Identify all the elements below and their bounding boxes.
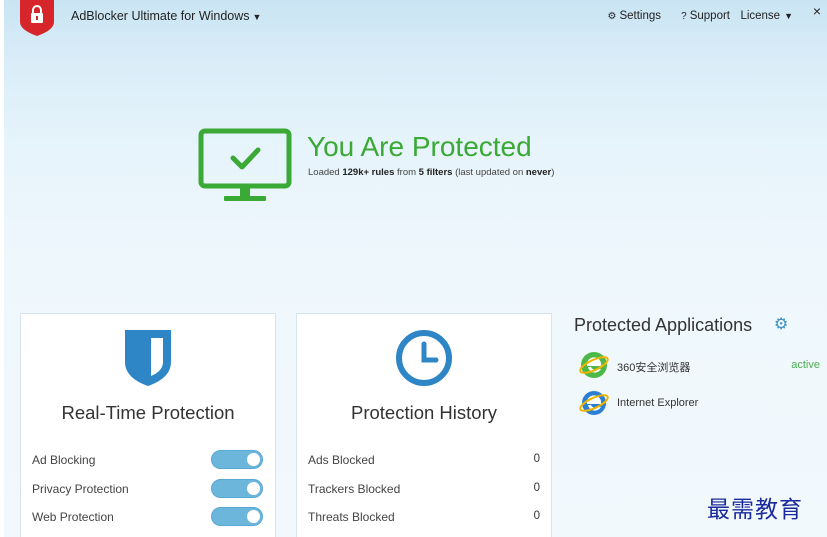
setting-label: Privacy Protection bbox=[32, 482, 129, 496]
app-name: 360安全浏览器 bbox=[617, 362, 691, 374]
app-status-badge: active bbox=[791, 359, 820, 371]
setting-row-web-protection: Web Protection bbox=[32, 507, 264, 527]
close-button[interactable]: × bbox=[807, 3, 827, 23]
toggle-knob bbox=[247, 510, 260, 523]
stat-row-ads-blocked: Ads Blocked 0 bbox=[308, 450, 540, 470]
setting-label: Web Protection bbox=[32, 510, 114, 524]
toggle-knob bbox=[247, 453, 260, 466]
stat-label: Threats Blocked bbox=[308, 510, 395, 524]
browser-360-icon bbox=[579, 352, 609, 378]
app-title-dropdown[interactable]: AdBlocker Ultimate for Windows ▼ bbox=[71, 9, 261, 23]
realtime-protection-card: Real-Time Protection Ad Blocking Privacy… bbox=[20, 313, 276, 537]
app-row-360-browser[interactable]: 360安全浏览器 active bbox=[578, 349, 820, 381]
license-menu[interactable]: License ▼ bbox=[740, 10, 793, 22]
stat-row-threats-blocked: Threats Blocked 0 bbox=[308, 507, 540, 527]
gear-icon[interactable]: ⚙ bbox=[774, 314, 788, 334]
privacy-protection-toggle[interactable] bbox=[211, 479, 263, 498]
app-name: Internet Explorer bbox=[617, 397, 699, 409]
setting-label: Ad Blocking bbox=[32, 453, 96, 467]
stat-label: Trackers Blocked bbox=[308, 482, 401, 496]
license-label: License bbox=[740, 10, 781, 22]
stat-value: 0 bbox=[533, 453, 540, 465]
toggle-knob bbox=[247, 482, 260, 495]
protected-monitor-icon bbox=[198, 128, 292, 201]
settings-menu[interactable]: ⚙ Settings bbox=[607, 10, 661, 22]
chevron-down-icon: ▼ bbox=[784, 11, 793, 21]
app-window: AdBlocker Ultimate for Windows ▼ ⚙ Setting… bbox=[4, 0, 827, 537]
status-mid: from bbox=[394, 167, 419, 178]
watermark-text: 最需教育 bbox=[707, 497, 803, 523]
setting-row-privacy-protection: Privacy Protection bbox=[32, 479, 264, 499]
support-label: Support bbox=[689, 10, 730, 22]
close-icon: × bbox=[812, 3, 822, 19]
gear-icon: ⚙ bbox=[607, 11, 617, 22]
rules-count: 129k+ rules bbox=[342, 167, 395, 178]
chevron-down-icon: ▼ bbox=[252, 12, 262, 22]
help-circle-icon: ? bbox=[681, 11, 687, 22]
last-updated: never bbox=[525, 167, 552, 178]
stat-row-trackers-blocked: Trackers Blocked 0 bbox=[308, 479, 540, 499]
stat-label: Ads Blocked bbox=[308, 453, 375, 467]
status-suffix: ) bbox=[551, 167, 555, 178]
title-bar: AdBlocker Ultimate for Windows ▼ ⚙ Setting… bbox=[4, 0, 827, 36]
adblocker-logo-icon bbox=[20, 0, 54, 36]
settings-label: Settings bbox=[619, 10, 661, 22]
setting-row-ad-blocking: Ad Blocking bbox=[32, 450, 264, 470]
web-protection-toggle[interactable] bbox=[211, 507, 263, 526]
filters-count: 5 filters bbox=[418, 167, 453, 178]
app-row-internet-explorer[interactable]: Internet Explorer bbox=[578, 387, 820, 419]
filters-status-text: Loaded 129k+ rules from 5 filters (last … bbox=[308, 167, 554, 178]
protected-applications-title: Protected Applications bbox=[574, 315, 753, 335]
support-menu[interactable]: ? Support bbox=[681, 10, 730, 22]
clock-icon bbox=[396, 330, 452, 386]
protection-history-card: Protection History Ads Blocked 0 Tracker… bbox=[296, 313, 552, 537]
protection-status-title: You Are Protected bbox=[307, 131, 532, 162]
status-mid2: (last updated on bbox=[452, 167, 526, 178]
protection-history-title: Protection History bbox=[351, 402, 497, 423]
app-title-label: AdBlocker Ultimate for Windows bbox=[71, 9, 250, 23]
stat-value: 0 bbox=[533, 482, 540, 494]
internet-explorer-icon bbox=[579, 391, 609, 415]
shield-icon bbox=[125, 330, 171, 386]
status-prefix: Loaded bbox=[308, 167, 343, 178]
realtime-protection-title: Real-Time Protection bbox=[61, 402, 235, 423]
stat-value: 0 bbox=[533, 510, 540, 522]
ad-blocking-toggle[interactable] bbox=[211, 450, 263, 469]
